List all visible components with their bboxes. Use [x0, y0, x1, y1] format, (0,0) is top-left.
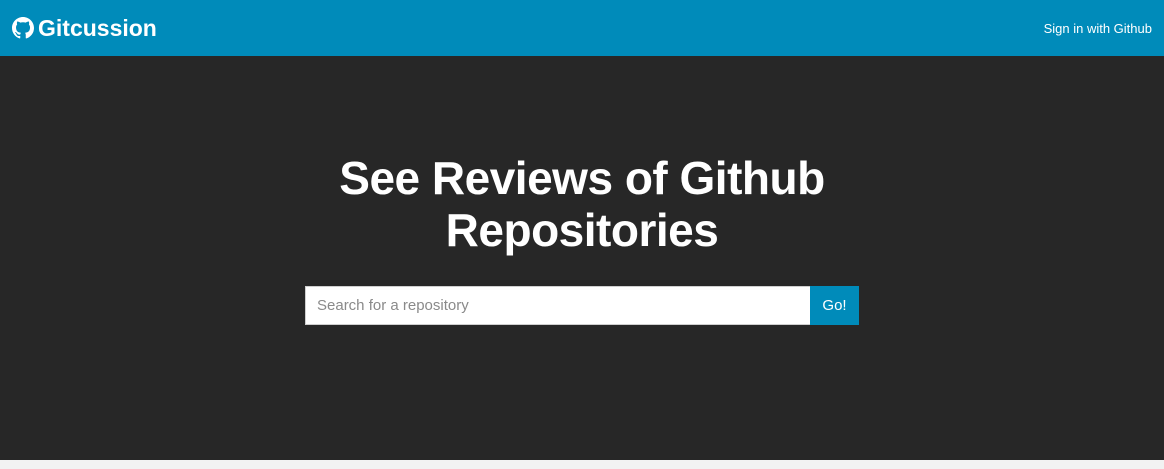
- navbar: Gitcussion Sign in with Github: [0, 0, 1164, 56]
- brand-name: Gitcussion: [38, 14, 157, 41]
- go-button[interactable]: Go!: [810, 286, 859, 325]
- search-input[interactable]: [305, 286, 810, 325]
- hero-section: See Reviews of Github Repositories Go!: [0, 56, 1164, 460]
- github-icon: [12, 17, 34, 39]
- hero-title-line: Repositories: [445, 204, 719, 256]
- signin-link[interactable]: Sign in with Github: [1044, 21, 1152, 36]
- brand-link[interactable]: Gitcussion: [12, 15, 157, 42]
- hero-title: See Reviews of Github Repositories: [0, 152, 1164, 256]
- hero-title-line: See Reviews of Github: [339, 152, 825, 204]
- page-footer-strip: [0, 460, 1164, 469]
- search-form: Go!: [305, 286, 859, 325]
